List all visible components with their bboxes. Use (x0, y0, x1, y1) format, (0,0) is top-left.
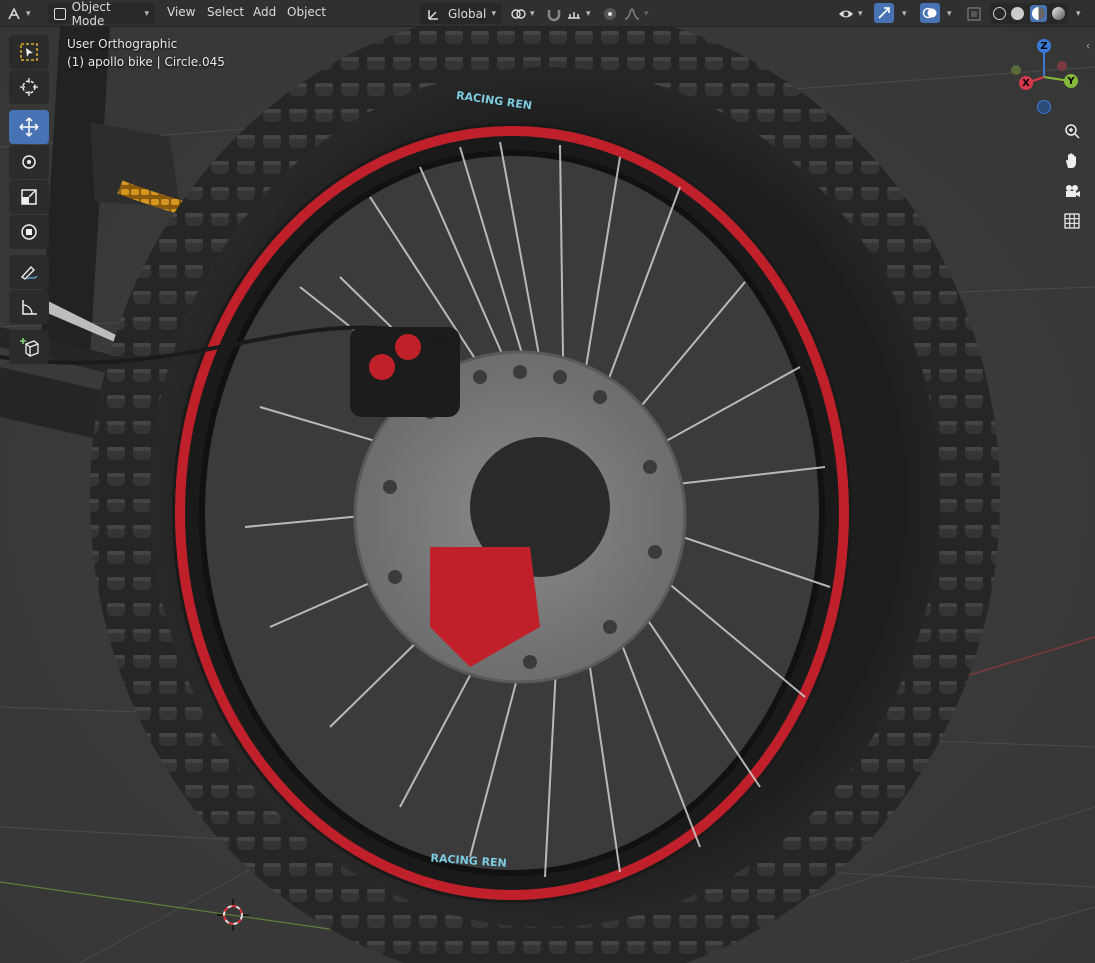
gizmo-toggle[interactable] (874, 3, 894, 23)
material-shading-icon (1031, 7, 1045, 20)
cursor-icon (20, 78, 38, 96)
overlays-icon (922, 7, 937, 19)
rotate-icon (22, 155, 36, 169)
editor-type-icon (8, 6, 20, 19)
view-name: User Orthographic (67, 37, 178, 51)
orientation-label: Global (448, 6, 487, 21)
xray-icon (967, 6, 981, 21)
grid-icon (1064, 213, 1080, 229)
rotate-tool[interactable] (9, 145, 49, 179)
gizmo-x-axis[interactable]: X (1019, 76, 1033, 90)
add-cube-tool[interactable] (9, 330, 49, 364)
camera-icon (1066, 185, 1080, 197)
eye-icon (839, 10, 853, 17)
proportional-edit-icon (604, 7, 616, 20)
camera-view-button[interactable] (1059, 178, 1085, 204)
proportional-edit-toggle[interactable] (602, 3, 618, 24)
perspective-toggle-button[interactable] (1059, 208, 1085, 234)
select-box-tool[interactable] (9, 35, 49, 69)
gizmo-neg-z-axis[interactable] (1037, 100, 1051, 114)
zoom-button[interactable] (1059, 118, 1085, 144)
viewport-header: ▾ Object Mode ▾ View Select Add Object G… (0, 0, 1095, 28)
caliper-piston-left (369, 354, 395, 380)
shading-mode-group (990, 3, 1068, 24)
add-cube-icon (20, 338, 39, 357)
gizmo-z-axis[interactable]: Z (1037, 39, 1051, 53)
menu-view[interactable]: View (167, 5, 195, 19)
cursor-tool[interactable] (9, 70, 49, 104)
annotate-icon (20, 265, 38, 280)
overlays-toggle[interactable] (920, 3, 940, 23)
falloff-curve-icon (624, 7, 640, 20)
menu-add[interactable]: Add (253, 5, 276, 19)
move-icon (19, 117, 39, 137)
editor-type-button[interactable]: ▾ (6, 3, 31, 24)
snap-toggle[interactable] (546, 3, 562, 24)
scale-tool[interactable] (9, 180, 49, 214)
transform-orientation-dropdown[interactable]: Global ▾ (420, 3, 502, 24)
shading-dropdown[interactable]: ▾ (1072, 3, 1081, 24)
gizmo-y-axis[interactable]: Y (1064, 74, 1078, 88)
falloff-button[interactable]: ▾ (624, 3, 649, 24)
pivot-point-button[interactable]: ▾ (510, 3, 535, 24)
viewport-scene: RACING REN RACING REN (0, 27, 1095, 963)
gizmo-z-label: Z (1040, 40, 1048, 52)
material-shading-button[interactable] (1029, 5, 1047, 22)
object-info: (1) apollo bike | Circle.045 (67, 55, 225, 69)
caliper-piston-right (395, 334, 421, 360)
menu-object[interactable]: Object (287, 5, 326, 19)
gizmo-x-label: X (1022, 77, 1030, 89)
gizmo-neg-y-axis[interactable] (1011, 65, 1021, 75)
3d-viewport[interactable]: RACING REN RACING REN User Orthographic … (0, 27, 1095, 963)
mode-label: Object Mode (71, 0, 111, 28)
overlays-dropdown[interactable]: ▾ (943, 3, 952, 24)
gizmo-y-label: Y (1067, 75, 1075, 87)
scale-icon (21, 189, 37, 205)
annotate-tool[interactable] (9, 255, 49, 289)
sidebar-toggle-arrow[interactable]: ‹ (1086, 41, 1090, 52)
gizmo-icon (878, 7, 890, 19)
visibility-button[interactable]: ▾ (838, 3, 863, 24)
pivot-icon (511, 8, 526, 19)
gizmo-neg-x-axis[interactable] (1057, 61, 1067, 71)
transform-icon (21, 224, 37, 240)
measure-icon (22, 300, 37, 315)
orientation-icon (428, 9, 438, 20)
viewport-info: User Orthographic (1) apollo bike | Circ… (67, 35, 225, 71)
rendered-shading-icon[interactable] (1052, 7, 1066, 20)
magnet-icon (547, 9, 561, 21)
object-mode-icon (54, 7, 66, 20)
zoom-icon (1065, 124, 1080, 139)
transform-tool[interactable] (9, 215, 49, 249)
gizmo-dropdown[interactable]: ▾ (898, 3, 907, 24)
hand-icon (1066, 153, 1076, 168)
snap-target-button[interactable]: ▾ (566, 3, 591, 24)
menu-select[interactable]: Select (207, 5, 244, 19)
move-tool[interactable] (9, 110, 49, 144)
measure-tool[interactable] (9, 290, 49, 324)
xray-toggle[interactable] (966, 3, 982, 24)
wireframe-shading-icon[interactable] (992, 7, 1006, 20)
pan-button[interactable] (1059, 148, 1085, 174)
solid-shading-icon[interactable] (1011, 7, 1025, 20)
snap-increment-icon (568, 11, 580, 19)
select-box-icon (20, 43, 38, 61)
mode-dropdown[interactable]: Object Mode ▾ (48, 0, 155, 28)
